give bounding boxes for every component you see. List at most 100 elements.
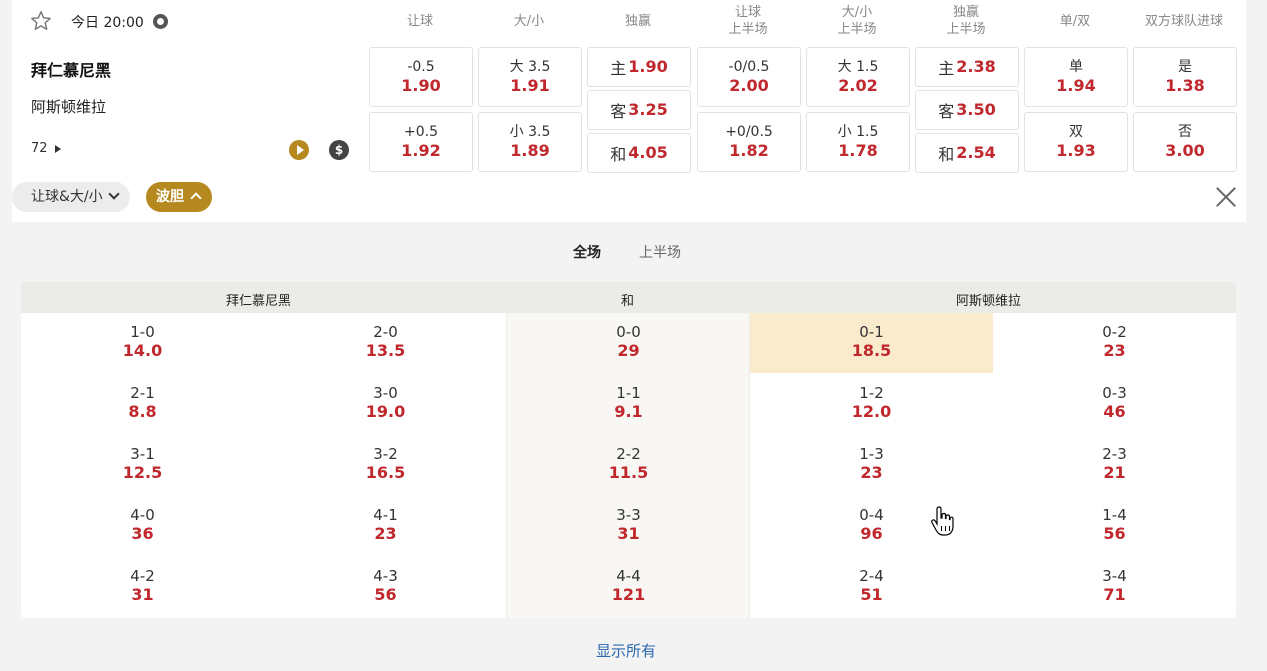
tab-first-half[interactable]: 上半场 [639,242,681,262]
odds-moneyline-draw[interactable]: 和 4.05 [587,133,691,173]
correct-score-table: 拜仁慕尼黑 和 阿斯顿维拉 1-0 14.0 2-0 13.5 0-0 29 0-1 18.5… [21,282,1236,618]
score-cell[interactable]: 0-3 46 [993,374,1236,434]
score-label: 3-2 [373,445,398,463]
score-odd: 18.5 [851,341,892,360]
score-label: 4-0 [130,506,155,524]
odds-handicap-away[interactable]: +0.5 1.92 [369,112,473,172]
score-label: 3-4 [1102,567,1127,585]
odds-btts-yes[interactable]: 是 1.38 [1133,47,1237,107]
close-icon[interactable] [1215,186,1237,208]
score-label: 2-3 [1102,445,1127,463]
odds-total-1h-under[interactable]: 小 1.5 1.78 [806,112,910,172]
odds-moneyline-1h-draw[interactable]: 和 2.54 [915,133,1019,173]
chevron-up-icon [190,192,202,204]
odds-handicap-1h-home[interactable]: -0/0.5 2.00 [697,47,801,107]
score-odd: 23 [1103,341,1126,360]
score-odd: 23 [860,463,883,482]
score-cell[interactable]: 4-4 121 [507,557,750,617]
handicap-total-pill[interactable]: 让球&大/小 [12,182,130,212]
more-markets-count: 72 [31,141,48,156]
score-odd: 19.0 [365,402,406,421]
score-cell[interactable]: 3-3 31 [507,496,750,556]
score-odd: 36 [131,524,154,543]
score-odd: 96 [860,524,883,543]
score-cell[interactable]: 3-0 19.0 [264,374,507,434]
match-card: 今日 20:00 拜仁慕尼黑 阿斯顿维拉 72 $ 让球 大/小 独赢 让球 上半… [12,0,1246,222]
odds-handicap-home[interactable]: -0.5 1.90 [369,47,473,107]
odds-total-over[interactable]: 大 3.5 1.91 [478,47,582,107]
score-cell[interactable]: 2-1 8.8 [21,374,264,434]
col-header-btts: 双方球队进球 [1144,14,1223,29]
score-cell[interactable]: 4-0 36 [21,496,264,556]
score-odd: 14.0 [122,341,163,360]
score-odd: 12.0 [851,402,892,421]
score-cell[interactable]: 3-4 71 [993,557,1236,617]
score-odd: 13.5 [365,341,406,360]
odds-moneyline-away[interactable]: 客 3.25 [587,90,691,130]
odds-moneyline-1h-away[interactable]: 客 3.50 [915,90,1019,130]
dollar-icon[interactable]: $ [329,140,349,160]
score-label: 2-0 [373,323,398,341]
odds-handicap-1h-away[interactable]: +0/0.5 1.82 [697,112,801,172]
odds-btts-no[interactable]: 否 3.00 [1133,112,1237,172]
show-all-link[interactable]: 显示所有 [596,640,656,661]
score-label: 1-0 [130,323,155,341]
score-cell[interactable]: 2-4 51 [750,557,993,617]
score-odd: 31 [617,524,640,543]
col-header-total-1h: 大/小 上半场 [837,5,877,37]
favorite-star-icon[interactable] [30,10,52,32]
col-header-odd-even: 单/双 [1059,14,1091,29]
score-odd: 12.5 [122,463,163,482]
score-odd: 23 [374,524,397,543]
col-header-total: 大/小 [513,14,545,29]
score-odd: 21 [1103,463,1126,482]
score-cell[interactable]: 1-1 9.1 [507,374,750,434]
odds-total-1h-over[interactable]: 大 1.5 2.02 [806,47,910,107]
col-header-moneyline-1h: 独赢 上半场 [946,5,986,37]
score-cell[interactable]: 4-2 31 [21,557,264,617]
match-header: 今日 20:00 [12,0,369,44]
score-cell[interactable]: 0-4 96 [750,496,993,556]
odds-odd[interactable]: 单 1.94 [1024,47,1128,107]
chevron-down-icon [107,188,120,200]
score-cell[interactable]: 3-1 12.5 [21,435,264,495]
clock-icon [153,14,168,29]
score-cell[interactable]: 1-2 12.0 [750,374,993,434]
odds-moneyline-1h-home[interactable]: 主 2.38 [915,47,1019,87]
odds-total-under[interactable]: 小 3.5 1.89 [478,112,582,172]
live-play-icon[interactable] [289,140,309,160]
score-cell[interactable]: 0-1 18.5 [750,313,993,373]
caret-right-icon [54,144,61,153]
score-cell[interactable]: 0-2 23 [993,313,1236,373]
odds-moneyline-home[interactable]: 主 1.90 [587,47,691,87]
more-markets-link[interactable]: 72 [31,141,62,156]
score-cell[interactable]: 1-4 56 [993,496,1236,556]
score-cell[interactable]: 3-2 16.5 [264,435,507,495]
score-cell[interactable]: 0-0 29 [507,313,750,373]
score-label: 1-4 [1102,506,1127,524]
header-away: 阿斯顿维拉 [956,294,1022,309]
score-odd: 46 [1103,402,1126,421]
score-label: 2-2 [616,445,641,463]
score-label: 3-3 [616,506,641,524]
score-label: 0-1 [859,323,884,341]
score-cell[interactable]: 1-0 14.0 [21,313,264,373]
correct-score-pill[interactable]: 波胆 [146,182,212,212]
header-draw: 和 [621,294,635,309]
kickoff-time: 今日 20:00 [71,15,144,31]
score-cell[interactable]: 2-3 21 [993,435,1236,495]
score-cell[interactable]: 4-3 56 [264,557,507,617]
score-odd: 51 [860,585,883,604]
col-header-moneyline: 独赢 [624,14,651,29]
score-label: 1-3 [859,445,884,463]
score-odd: 71 [1103,585,1126,604]
score-cell[interactable]: 1-3 23 [750,435,993,495]
score-cell[interactable]: 2-2 11.5 [507,435,750,495]
odds-even[interactable]: 双 1.93 [1024,112,1128,172]
score-cell[interactable]: 4-1 23 [264,496,507,556]
score-label: 0-0 [616,323,641,341]
score-cell[interactable]: 2-0 13.5 [264,313,507,373]
tab-full-time[interactable]: 全场 [573,242,601,262]
score-label: 0-4 [859,506,884,524]
score-odd: 56 [374,585,397,604]
